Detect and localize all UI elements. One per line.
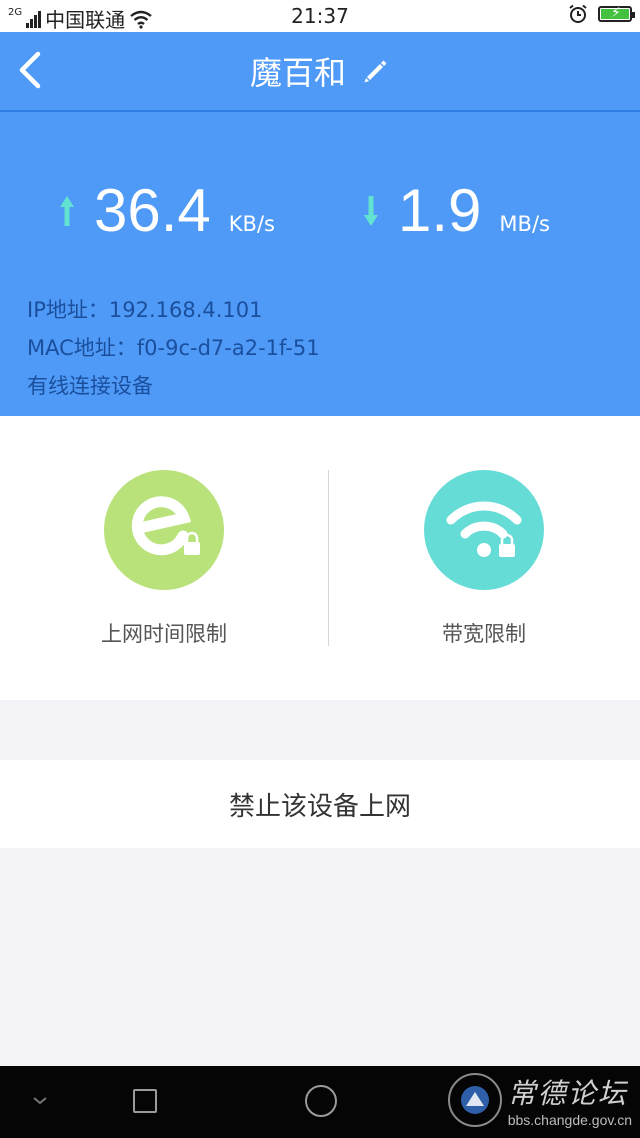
device-actions: 上网时间限制 带宽限制 bbox=[0, 416, 640, 700]
ip-address: IP地址：192.168.4.101 bbox=[27, 298, 263, 322]
bandwidth-limit-action[interactable]: 带宽限制 bbox=[324, 470, 640, 648]
download-arrow-icon bbox=[364, 195, 378, 226]
nav-collapse-icon[interactable] bbox=[30, 1094, 50, 1108]
time-limit-action[interactable]: 上网时间限制 bbox=[4, 470, 324, 648]
nav-home-icon[interactable] bbox=[305, 1085, 337, 1117]
page-title: 魔百和 bbox=[249, 54, 346, 92]
download-speed: 1.9 MB/s bbox=[362, 176, 550, 245]
status-time: 21:37 bbox=[291, 4, 349, 28]
upload-value: 36.4 bbox=[94, 177, 211, 244]
status-right: ⚡ bbox=[568, 4, 635, 24]
alarm-icon bbox=[569, 4, 587, 23]
wifi-lock-icon bbox=[424, 470, 544, 590]
upload-arrow-icon bbox=[60, 195, 74, 226]
app-header: 魔百和 bbox=[0, 32, 640, 110]
connection-type: 有线连接设备 bbox=[27, 374, 153, 398]
mac-address: MAC地址：f0-9c-d7-a2-1f-51 bbox=[27, 336, 320, 360]
bandwidth-limit-label: 带宽限制 bbox=[442, 622, 526, 646]
forum-logo-icon bbox=[447, 1073, 502, 1127]
nav-recent-apps-icon[interactable] bbox=[133, 1089, 157, 1113]
speed-panel: 36.4 KB/s 1.9 MB/s IP地址：192.168.4.101 MA… bbox=[0, 112, 640, 416]
forum-watermark: 常德论坛 bbs.changde.gov.cn bbox=[447, 1072, 632, 1128]
upload-unit: KB/s bbox=[228, 212, 275, 236]
internet-lock-icon bbox=[104, 470, 224, 590]
forum-url: bbs.changde.gov.cn bbox=[507, 1112, 632, 1128]
upload-speed: 36.4 KB/s bbox=[58, 176, 275, 245]
status-bar: 2G 中国联通 21:37 ⚡ bbox=[0, 0, 640, 32]
edit-name-icon[interactable] bbox=[360, 56, 390, 86]
battery-icon: ⚡ bbox=[598, 5, 635, 22]
title-area: 魔百和 bbox=[0, 32, 640, 110]
download-value: 1.9 bbox=[398, 177, 482, 244]
block-device-button[interactable]: 禁止该设备上网 bbox=[0, 760, 640, 848]
forum-name: 常德论坛 bbox=[507, 1077, 628, 1110]
system-nav-bar: 常德论坛 bbs.changde.gov.cn bbox=[0, 1066, 640, 1138]
time-limit-label: 上网时间限制 bbox=[101, 622, 227, 646]
download-unit: MB/s bbox=[499, 212, 550, 236]
